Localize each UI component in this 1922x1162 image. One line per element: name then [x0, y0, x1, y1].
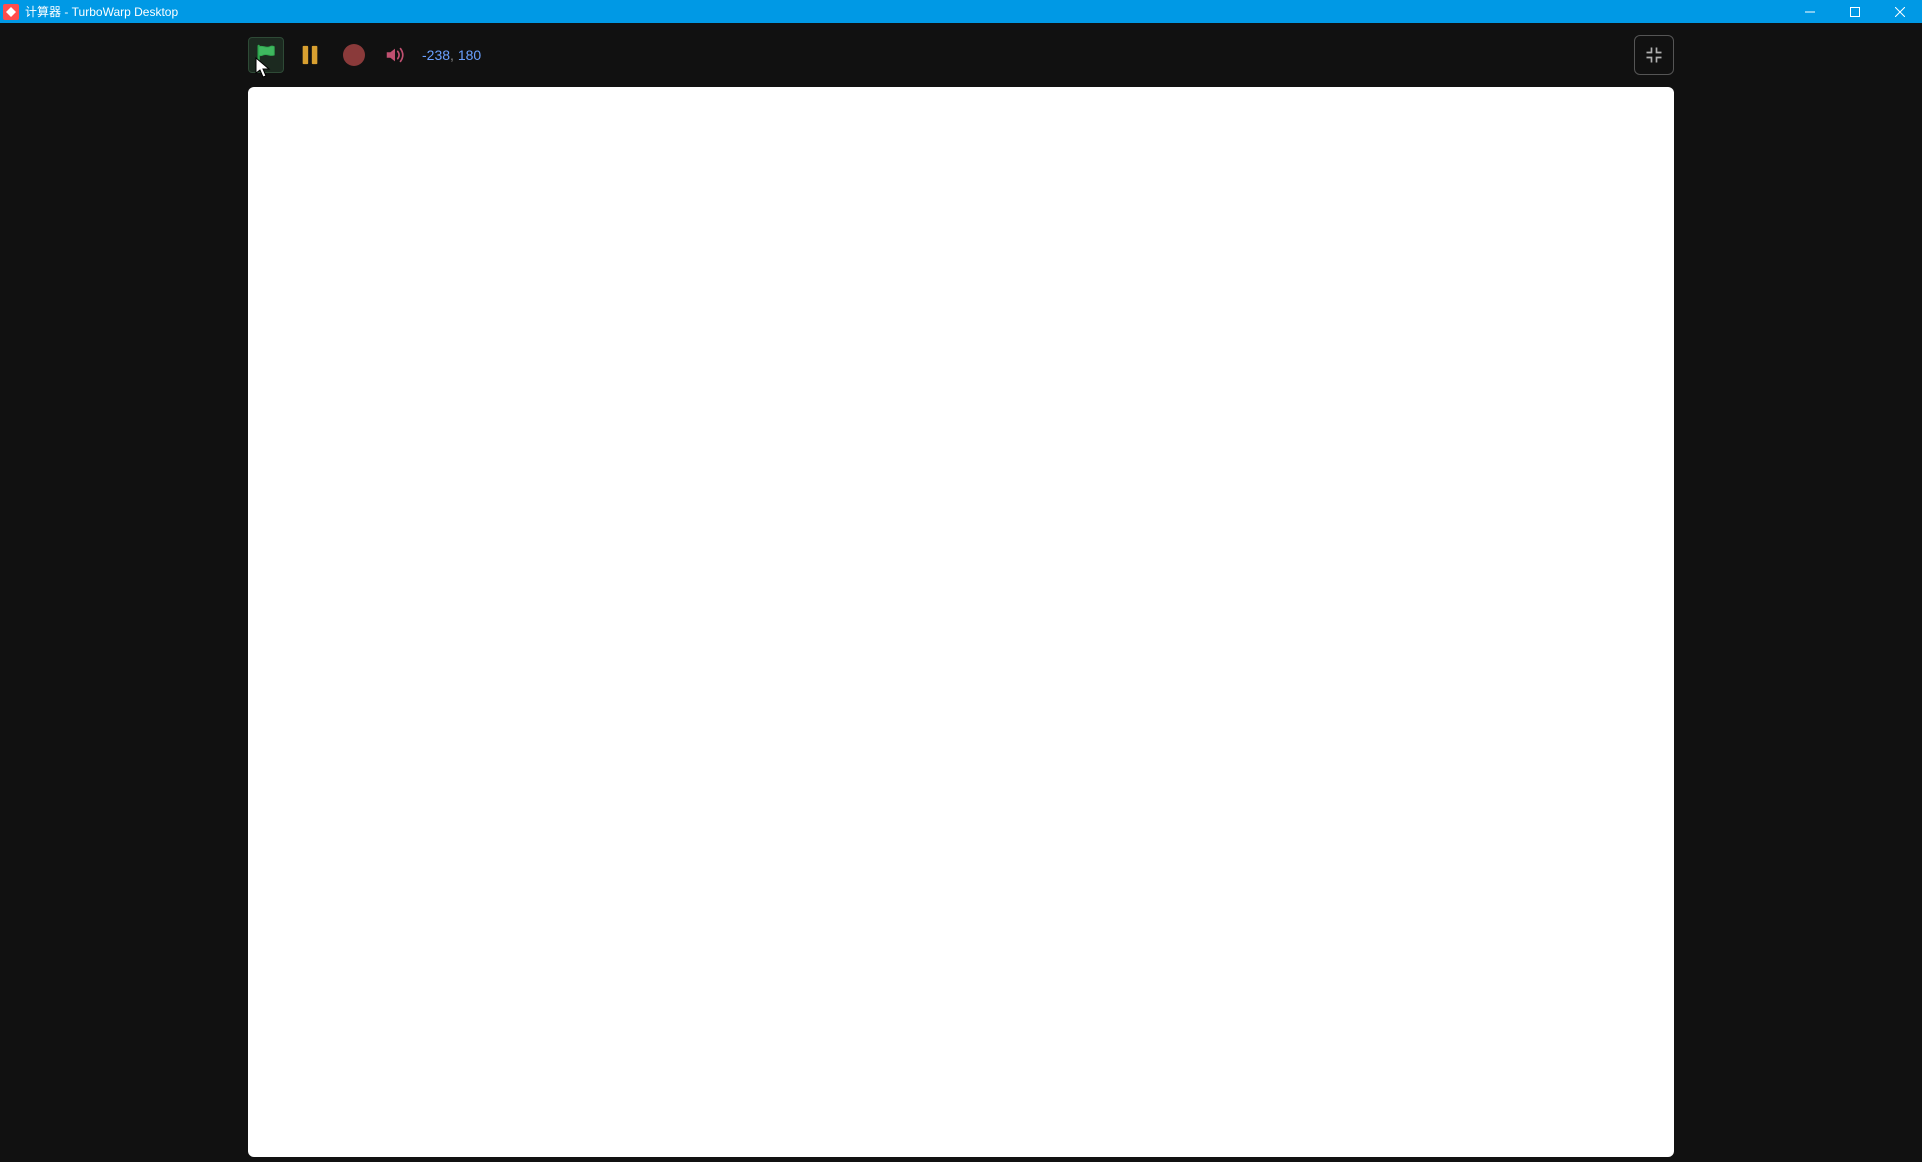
coord-separator: , — [450, 47, 458, 63]
mouse-coordinates: -238, 180 — [422, 47, 481, 63]
titlebar-left: 计算器 - TurboWarp Desktop — [0, 3, 178, 20]
stop-icon — [343, 44, 365, 66]
stage-canvas[interactable] — [248, 87, 1674, 1157]
window-titlebar[interactable]: 计算器 - TurboWarp Desktop — [0, 0, 1922, 23]
close-button[interactable] — [1877, 0, 1922, 23]
sound-button[interactable] — [380, 37, 410, 73]
stage-toolbar: -238, 180 — [248, 31, 1674, 79]
exit-fullscreen-button[interactable] — [1634, 35, 1674, 75]
pause-button[interactable] — [292, 37, 328, 73]
sound-icon — [384, 44, 406, 66]
stop-button[interactable] — [336, 37, 372, 73]
window-controls — [1787, 0, 1922, 23]
maximize-button[interactable] — [1832, 0, 1877, 23]
toolbar-right — [1634, 35, 1674, 75]
minimize-button[interactable] — [1787, 0, 1832, 23]
coord-y: 180 — [458, 47, 481, 63]
exit-fullscreen-icon — [1644, 45, 1664, 65]
green-flag-button[interactable] — [248, 37, 284, 73]
app-body: -238, 180 — [0, 23, 1922, 1162]
window-title: 计算器 - TurboWarp Desktop — [25, 3, 178, 20]
pause-icon — [299, 43, 321, 67]
app-icon — [3, 4, 19, 20]
green-flag-icon — [255, 43, 277, 67]
coord-x: -238 — [422, 47, 450, 63]
